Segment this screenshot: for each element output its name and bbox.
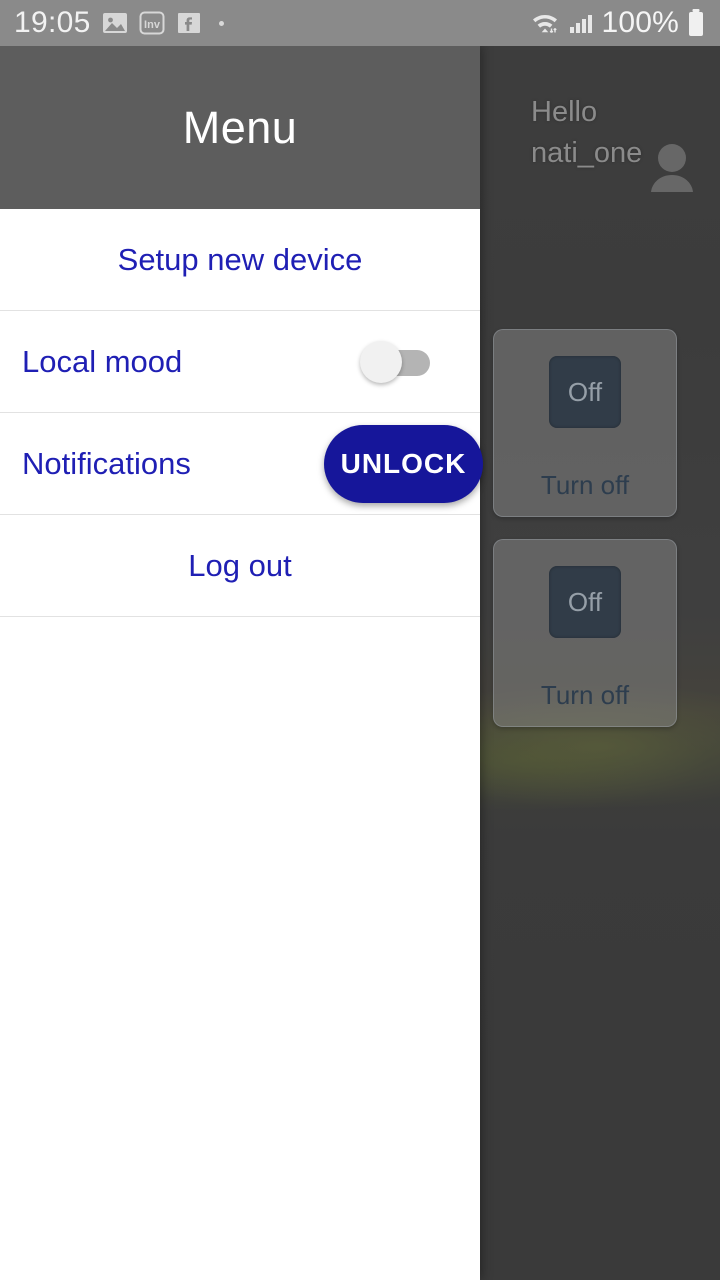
menu-item-label: Local mood: [22, 343, 183, 379]
inv-app-icon: Inv: [139, 10, 165, 36]
facebook-icon: [176, 10, 202, 36]
menu-item-label: Setup new device: [117, 241, 363, 277]
status-bar-left: 19:05 Inv: [14, 6, 224, 40]
status-bar: 19:05 Inv 100%: [0, 0, 720, 46]
menu-item-local-mood[interactable]: Local mood: [0, 311, 480, 413]
battery-icon: [686, 8, 706, 38]
wifi-icon: [529, 9, 561, 37]
toggle-thumb: [360, 340, 402, 383]
svg-text:Inv: Inv: [144, 19, 161, 31]
status-bar-right: 100%: [529, 6, 706, 40]
menu-item-notifications[interactable]: Notifications UNLOCK: [0, 413, 483, 515]
more-notifications-dot: [218, 20, 224, 26]
status-bar-clock: 19:05: [14, 6, 91, 39]
menu-item-label: Log out: [188, 547, 292, 583]
menu-item-setup-new-device[interactable]: Setup new device: [0, 209, 480, 311]
drawer-header: Menu: [0, 46, 480, 209]
unlock-button[interactable]: UNLOCK: [324, 424, 483, 503]
local-mood-toggle[interactable]: [360, 340, 430, 383]
phone-screen: 19:05 Inv 100% Hello nati_one Off Turn o…: [0, 0, 720, 1280]
drawer-empty-area: [0, 617, 480, 1280]
menu-item-label: Notifications: [22, 445, 191, 481]
battery-percent-label: 100%: [601, 6, 679, 39]
cellular-signal-icon: [568, 10, 594, 36]
navigation-drawer: Menu Setup new device Local mood Notific…: [0, 46, 483, 1280]
drawer-title: Menu: [182, 101, 298, 153]
gallery-icon: [102, 10, 128, 36]
menu-item-log-out[interactable]: Log out: [0, 515, 480, 617]
